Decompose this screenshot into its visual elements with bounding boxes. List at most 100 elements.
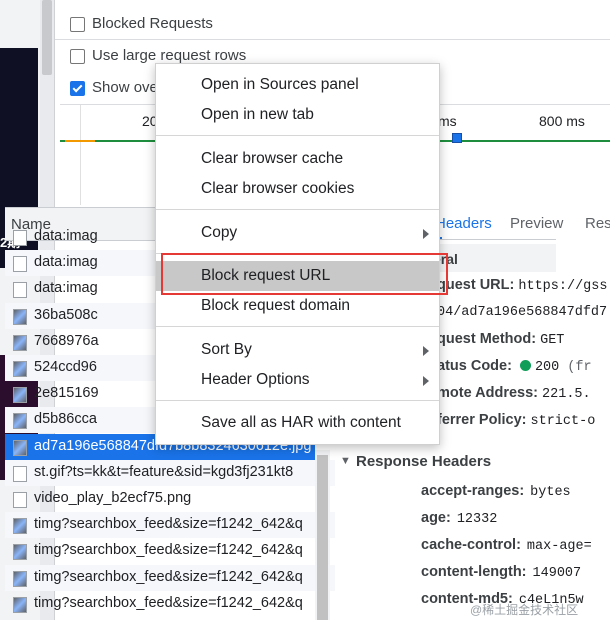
field-value: GET <box>540 333 565 348</box>
field-key: content-length: <box>421 564 527 580</box>
annotation-highlight-box <box>161 253 448 295</box>
watermark: @稀土掘金技术社区 <box>470 603 579 617</box>
image-file-icon <box>13 570 27 587</box>
image-file-icon <box>13 439 27 456</box>
field-value: 149007 <box>532 566 582 581</box>
menu-item-label: Clear browser cookies <box>201 180 355 197</box>
general-field: mote Address: 221.5. <box>437 385 591 402</box>
field-value: bytes <box>530 485 571 500</box>
field-suffix: (fr <box>567 360 592 375</box>
field-key: quest URL: <box>437 277 515 293</box>
blocked-requests-option[interactable]: Blocked Requests <box>55 8 610 40</box>
menu-item-block-request-domain[interactable]: Block request domain <box>156 291 439 321</box>
menu-item-label: Copy <box>201 224 238 241</box>
menu-item-open-new-tab[interactable]: Open in new tab <box>156 100 439 130</box>
tab-preview[interactable]: Preview <box>510 215 563 232</box>
large-rows-label: Use large request rows <box>92 47 247 64</box>
request-name: timg?searchbox_feed&size=f1242_642&q <box>34 568 303 585</box>
general-field: quest Method: GET <box>437 331 564 348</box>
table-row[interactable]: video_play_b2ecf75.png <box>5 486 335 512</box>
menu-separator <box>156 209 439 210</box>
menu-item-label: Block request domain <box>201 297 351 314</box>
timeline-tick <box>80 105 81 205</box>
submenu-arrow-icon <box>423 346 429 356</box>
menu-item-save-har[interactable]: Save all as HAR with content <box>156 408 439 438</box>
image-file-icon <box>13 596 27 613</box>
menu-item-label: Clear browser cache <box>201 150 344 167</box>
menu-item-clear-cache[interactable]: Clear browser cache <box>156 144 439 174</box>
field-value: 12332 <box>456 512 498 527</box>
request-name: timg?searchbox_feed&size=f1242_642&q <box>34 542 303 559</box>
field-key: atus Code: <box>437 358 512 374</box>
timeline-marker <box>452 133 462 143</box>
general-field: 04/ad7a196e568847dfd7 <box>437 303 607 320</box>
document-file-icon <box>13 230 27 246</box>
collapse-triangle-icon: ▼ <box>340 455 351 467</box>
menu-separator <box>156 326 439 327</box>
table-row[interactable]: timg?searchbox_feed&size=f1242_642&q <box>5 512 335 539</box>
image-file-icon <box>13 518 27 535</box>
field-key: mote Address: <box>437 385 538 401</box>
field-value: https://gss <box>518 279 608 294</box>
status-ok-icon <box>519 360 531 371</box>
document-file-icon <box>13 282 27 299</box>
request-name: video_play_b2ecf75.png <box>34 490 192 506</box>
menu-separator <box>156 135 439 136</box>
image-file-icon <box>13 361 27 377</box>
field-value: strict-o <box>530 414 596 429</box>
blocked-requests-checkbox[interactable] <box>70 17 85 32</box>
menu-item-copy[interactable]: Copy <box>156 218 439 248</box>
request-list-scrollbar-thumb[interactable] <box>317 455 328 620</box>
image-file-icon <box>13 308 27 325</box>
field-key: age: <box>421 510 451 526</box>
blocked-requests-label: Blocked Requests <box>92 15 213 32</box>
request-name: data:imag <box>34 280 98 297</box>
request-name: data:imag <box>34 228 98 244</box>
image-file-icon <box>13 413 27 430</box>
response-headers-section-header[interactable]: ▼ Response Headers <box>340 450 556 476</box>
timeline-label: 800 ms <box>539 113 585 129</box>
field-value: 200 <box>534 360 560 375</box>
field-key: cache-control: <box>421 537 521 553</box>
table-row[interactable]: timg?searchbox_feed&size=f1242_642&q <box>5 538 335 564</box>
image-file-icon <box>13 544 27 561</box>
menu-item-label: Open in new tab <box>201 106 314 123</box>
tab-response[interactable]: Resp <box>585 215 610 232</box>
image-file-icon <box>13 334 27 351</box>
menu-item-label: Save all as HAR with content <box>201 414 401 431</box>
timeline-label: ms <box>438 113 457 129</box>
field-value: 04/ad7a196e568847dfd7 <box>437 305 608 320</box>
page-scrollbar-thumb[interactable] <box>42 0 52 75</box>
large-rows-checkbox[interactable] <box>70 49 85 64</box>
image-file-icon <box>13 387 27 404</box>
menu-item-clear-cookies[interactable]: Clear browser cookies <box>156 174 439 204</box>
response-header-field: accept-ranges: bytes <box>421 483 571 500</box>
general-field: atus Code: 200 (fr <box>437 358 592 375</box>
document-file-icon <box>13 256 27 273</box>
request-name: st.gif?ts=kk&t=feature&sid=kgd3fj231kt8 <box>34 463 294 480</box>
general-field: ferrer Policy: strict-o <box>437 412 595 429</box>
document-file-icon <box>13 492 27 508</box>
request-name: 36ba508c <box>34 306 98 323</box>
menu-item-open-in-sources[interactable]: Open in Sources panel <box>156 70 439 100</box>
request-name: 7668976a <box>34 332 99 349</box>
request-name: timg?searchbox_feed&size=f1242_642&q <box>34 594 303 611</box>
table-row[interactable]: timg?searchbox_feed&size=f1242_642&q <box>5 591 335 617</box>
response-header-field: age: 12332 <box>421 510 497 527</box>
table-row[interactable]: timg?searchbox_feed&size=f1242_642&q <box>5 564 335 591</box>
menu-item-label: Header Options <box>201 371 310 388</box>
response-headers-title: Response Headers <box>356 453 492 470</box>
show-overview-checkbox[interactable] <box>70 81 85 96</box>
show-overview-label: Show ove <box>92 79 158 96</box>
menu-item-label: Sort By <box>201 341 252 358</box>
table-row[interactable]: st.gif?ts=kk&t=feature&sid=kgd3fj231kt8 <box>5 459 335 486</box>
field-key: quest Method: <box>437 331 537 347</box>
tab-headers[interactable]: Headers <box>435 215 492 232</box>
menu-item-header-options[interactable]: Header Options <box>156 365 439 395</box>
request-name: data:imag <box>34 254 98 271</box>
field-key: ferrer Policy: <box>437 412 527 428</box>
menu-separator <box>156 400 439 401</box>
menu-item-sort-by[interactable]: Sort By <box>156 335 439 365</box>
response-header-field: cache-control: max-age= <box>421 537 592 554</box>
field-value: max-age= <box>526 539 592 554</box>
